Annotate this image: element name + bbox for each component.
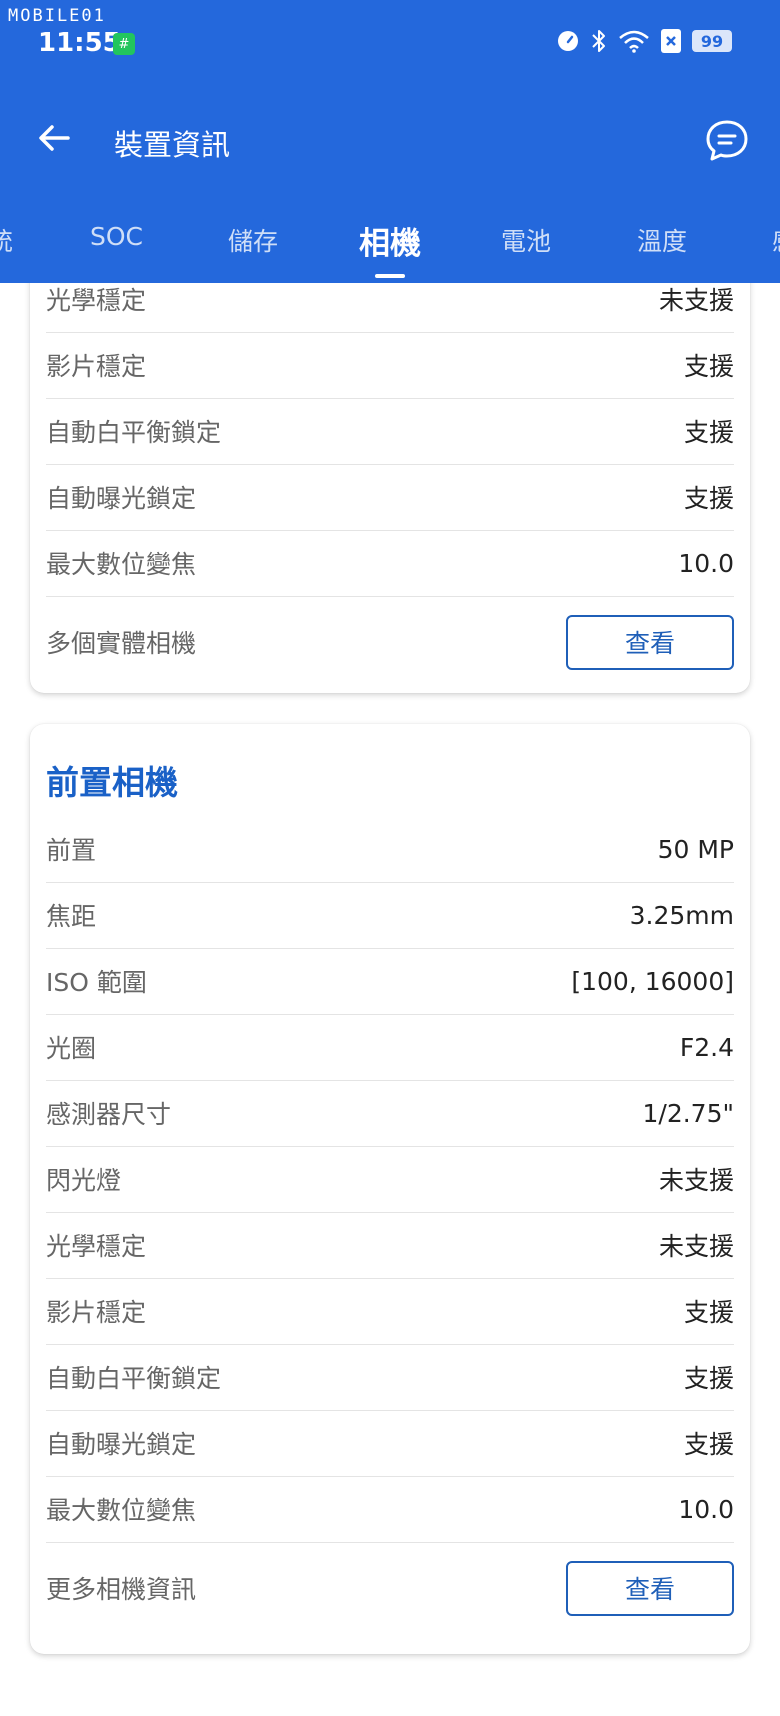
info-row: 自動白平衡鎖定 支援 <box>46 398 734 465</box>
row-label: 自動白平衡鎖定 <box>46 418 222 447</box>
front-camera-card: 前置相機 前置 50 MP 焦距 3.25mm ISO 範圍 [100, 160… <box>30 724 750 1654</box>
tab-bar: 統 SOC 儲存 相機 電池 溫度 感 <box>0 200 780 283</box>
row-label: 光圈 <box>46 1034 97 1063</box>
tab-temperature[interactable]: 溫度 <box>637 222 687 258</box>
row-label: 焦距 <box>46 902 97 931</box>
info-row: 感測器尺寸 1/2.75" <box>46 1080 734 1147</box>
row-label: 自動曝光鎖定 <box>46 484 197 513</box>
row-label: 閃光燈 <box>46 1166 122 1195</box>
view-more-camera-info-button[interactable]: 查看 <box>566 1560 734 1616</box>
toolbar: 裝置資訊 <box>0 100 780 180</box>
info-row: ISO 範圍 [100, 16000] <box>46 948 734 1015</box>
row-label: 多個實體相機 <box>46 629 197 658</box>
row-value: 未支援 <box>658 286 734 315</box>
row-label: ISO 範圍 <box>46 968 147 997</box>
row-label: 更多相機資訊 <box>46 1575 197 1604</box>
view-physical-cameras-button[interactable]: 查看 <box>566 614 734 670</box>
tab-overview[interactable]: 統 <box>0 222 13 258</box>
page-title: 裝置資訊 <box>114 128 231 162</box>
info-row: 影片穩定 支援 <box>46 332 734 399</box>
row-value: 支援 <box>683 352 734 381</box>
row-value: 支援 <box>683 418 734 447</box>
row-label: 光學穩定 <box>46 1232 147 1261</box>
status-bar: MOBILE01 11:55 # 99 <box>0 0 780 70</box>
info-row: 閃光燈 未支援 <box>46 1146 734 1213</box>
tab-battery[interactable]: 電池 <box>501 222 551 258</box>
row-label: 最大數位變焦 <box>46 1496 197 1525</box>
row-value: 未支援 <box>658 1166 734 1195</box>
notification-icon: # <box>113 33 135 55</box>
row-value: 50 MP <box>657 834 734 864</box>
row-label: 自動曝光鎖定 <box>46 1430 197 1459</box>
row-label: 最大數位變焦 <box>46 550 197 579</box>
info-row: 影片穩定 支援 <box>46 1278 734 1345</box>
tab-camera[interactable]: 相機 <box>359 218 421 263</box>
row-label: 影片穩定 <box>46 1298 147 1327</box>
row-label: 前置 <box>46 836 97 865</box>
row-value: 支援 <box>683 484 734 513</box>
info-row: 光圈 F2.4 <box>46 1014 734 1081</box>
row-value: 3.25mm <box>629 900 734 930</box>
tab-soc[interactable]: SOC <box>90 222 143 251</box>
action-row: 多個實體相機 查看 <box>46 602 734 682</box>
info-row: 最大數位變焦 10.0 <box>46 1476 734 1543</box>
action-row: 更多相機資訊 查看 <box>46 1548 734 1628</box>
row-value: 支援 <box>683 1364 734 1393</box>
status-icons: 99 <box>556 28 732 54</box>
row-value: 10.0 <box>678 1494 734 1524</box>
arrow-left-icon <box>39 125 70 151</box>
row-value: 支援 <box>683 1430 734 1459</box>
tab-storage[interactable]: 儲存 <box>228 222 278 258</box>
row-label: 影片穩定 <box>46 352 147 381</box>
wifi-icon <box>618 29 650 53</box>
row-label: 感測器尺寸 <box>46 1100 172 1129</box>
info-row: 光學穩定 未支援 <box>46 1212 734 1279</box>
info-row: 自動曝光鎖定 支援 <box>46 464 734 531</box>
info-row: 自動曝光鎖定 支援 <box>46 1410 734 1477</box>
speed-icon <box>556 29 580 53</box>
row-value: 10.0 <box>678 548 734 578</box>
row-value: F2.4 <box>679 1032 734 1062</box>
card-title: 前置相機 <box>46 763 178 802</box>
info-row: 自動白平衡鎖定 支援 <box>46 1344 734 1411</box>
row-label: 自動白平衡鎖定 <box>46 1364 222 1393</box>
bluetooth-icon <box>590 28 608 54</box>
info-row: 最大數位變焦 10.0 <box>46 530 734 597</box>
info-row: 前置 50 MP <box>46 816 734 883</box>
status-time: 11:55 <box>38 28 121 58</box>
feedback-button[interactable] <box>704 118 750 164</box>
info-row: 焦距 3.25mm <box>46 882 734 949</box>
sim-x-icon <box>660 28 682 54</box>
watermark-logo: MOBILE01 <box>8 6 106 26</box>
active-tab-indicator <box>375 274 405 278</box>
row-label: 光學穩定 <box>46 286 147 315</box>
tab-sensors[interactable]: 感 <box>772 222 780 258</box>
back-button[interactable] <box>34 118 74 158</box>
row-value: 1/2.75" <box>642 1098 735 1128</box>
chat-bubble-icon <box>706 120 748 161</box>
app-header: MOBILE01 11:55 # 99 裝置資訊 統 SOC 儲存 相機 電池 … <box>0 0 780 283</box>
battery-icon: 99 <box>692 30 732 52</box>
row-value: 支援 <box>683 1298 734 1327</box>
row-value: [100, 16000] <box>571 966 734 996</box>
row-value: 未支援 <box>658 1232 734 1261</box>
